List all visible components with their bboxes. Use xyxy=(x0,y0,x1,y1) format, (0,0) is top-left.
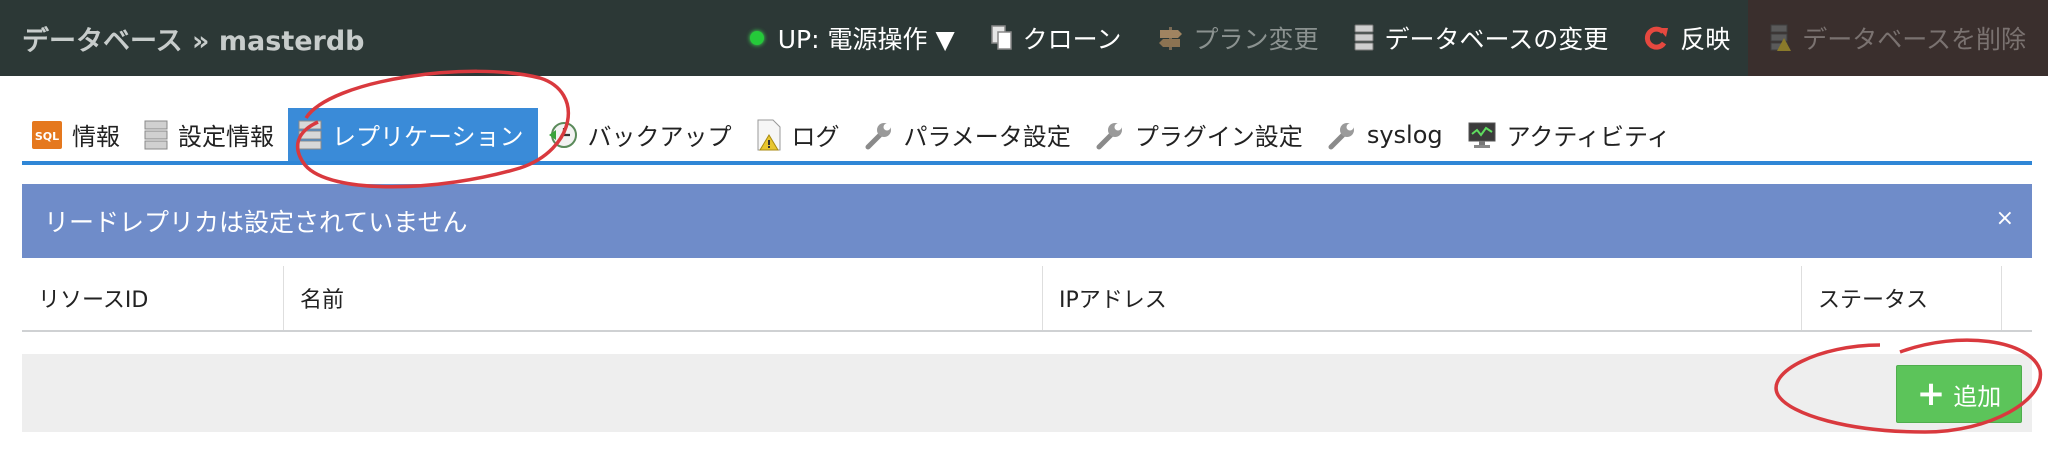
database-icon xyxy=(144,120,168,150)
tab-parameters-label: パラメータ設定 xyxy=(903,123,1071,151)
top-bar: データベース » masterdb UP: 電源操作 ▼ クローン プラン変更 … xyxy=(0,0,2048,76)
apply-label: 反映 xyxy=(1680,25,1731,54)
tab-backup-label: バックアップ xyxy=(587,123,732,151)
column-header-resource-id[interactable]: リソースID xyxy=(22,266,284,330)
wrench-icon xyxy=(864,120,894,150)
database-icon xyxy=(298,120,322,150)
monitor-icon xyxy=(1467,120,1497,150)
database-icon xyxy=(1354,24,1374,52)
power-label: UP: 電源操作 ▼ xyxy=(777,25,955,54)
breadcrumb: データベース » masterdb xyxy=(22,25,365,57)
table-header: リソースID 名前 IPアドレス ステータス xyxy=(22,266,2032,332)
add-button[interactable]: + 追加 xyxy=(1896,365,2022,423)
tab-activity-label: アクティビティ xyxy=(1506,123,1671,151)
status-dot-icon xyxy=(749,31,764,45)
delete-database-icon xyxy=(1770,24,1792,52)
tab-syslog[interactable]: syslog xyxy=(1317,108,1457,161)
tab-plugins[interactable]: プラグイン設定 xyxy=(1085,108,1317,161)
column-header-name[interactable]: 名前 xyxy=(284,266,1043,330)
tab-syslog-label: syslog xyxy=(1366,120,1443,149)
plan-change-button[interactable]: プラン変更 xyxy=(1139,0,1336,76)
signpost-icon xyxy=(1157,25,1183,51)
copy-icon xyxy=(990,25,1013,51)
tab-activity[interactable]: アクティビティ xyxy=(1457,108,1685,161)
info-alert: リードレプリカは設定されていません × xyxy=(22,184,2032,258)
tab-info-label: 情報 xyxy=(72,123,120,151)
svg-text:SQL: SQL xyxy=(35,130,59,143)
wrench-icon xyxy=(1095,120,1125,150)
wrench-icon xyxy=(1327,120,1357,150)
tab-replication-label: レプリケーション xyxy=(332,123,524,151)
tab-settings-info[interactable]: 設定情報 xyxy=(134,108,288,161)
plan-change-label: プラン変更 xyxy=(1193,25,1319,54)
table-footer: + 追加 xyxy=(22,354,2032,432)
header-actions: UP: 電源操作 ▼ クローン プラン変更 データベースの変更 反映 データベー… xyxy=(732,0,2048,76)
tab-settings-info-label: 設定情報 xyxy=(178,123,274,151)
clone-button[interactable]: クローン xyxy=(973,0,1140,76)
column-header-ip-address[interactable]: IPアドレス xyxy=(1043,266,1802,330)
tab-plugins-label: プラグイン設定 xyxy=(1134,123,1303,151)
database-change-button[interactable]: データベースの変更 xyxy=(1336,0,1626,76)
power-menu-button[interactable]: UP: 電源操作 ▼ xyxy=(732,0,973,76)
plus-icon: + xyxy=(1916,374,1946,414)
delete-database-button[interactable]: データベースを削除 xyxy=(1748,0,2048,76)
database-change-label: データベースの変更 xyxy=(1384,25,1609,54)
log-file-icon xyxy=(756,119,782,151)
tab-log[interactable]: ログ xyxy=(746,108,854,161)
refresh-icon xyxy=(1644,25,1670,51)
backup-clock-icon xyxy=(548,120,578,150)
tab-info[interactable]: SQL 情報 xyxy=(22,108,134,161)
tab-log-label: ログ xyxy=(791,123,840,151)
tab-backup[interactable]: バックアップ xyxy=(538,108,746,161)
tab-bar: SQL 情報 設定情報 レプリケーション バックアップ ログ パラメータ設定 プ… xyxy=(22,108,2032,165)
alert-message: リードレプリカは設定されていません xyxy=(44,208,468,237)
column-header-status[interactable]: ステータス xyxy=(1802,266,2002,330)
clone-label: クローン xyxy=(1022,25,1122,54)
tab-parameters[interactable]: パラメータ設定 xyxy=(854,108,1085,161)
delete-database-label: データベースを削除 xyxy=(1802,25,2026,54)
close-icon[interactable]: × xyxy=(1996,206,2014,231)
sql-icon: SQL xyxy=(32,120,62,149)
tab-replication[interactable]: レプリケーション xyxy=(288,108,538,161)
apply-button[interactable]: 反映 xyxy=(1626,0,1748,76)
add-button-label: 追加 xyxy=(1953,382,2002,411)
